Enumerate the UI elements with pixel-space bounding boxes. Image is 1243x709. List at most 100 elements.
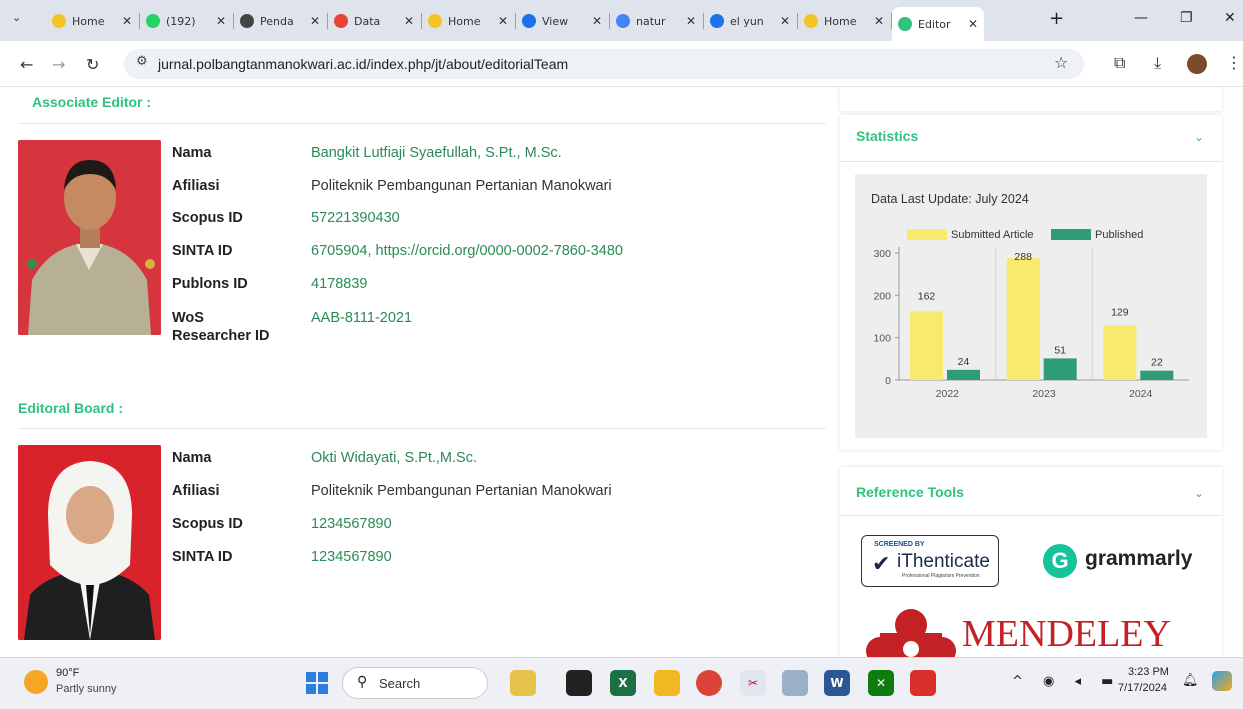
address-bar[interactable]: ⚙ jurnal.polbangtanmanokwari.ac.id/index… [124,49,1084,79]
menu-icon[interactable]: ⋮ [1226,53,1242,72]
x-tick-label: 2023 [1032,388,1056,400]
tab-title: (192) [166,14,196,28]
smiley-icon [428,14,442,28]
bookmark-star-icon[interactable]: ☆ [1054,53,1068,72]
chrome-icon[interactable] [696,670,722,696]
chart-bar [910,311,943,380]
chevron-down-icon[interactable]: ⌄ [1194,486,1204,500]
app-icon[interactable] [782,670,808,696]
chevron-down-icon[interactable]: ⌄ [1194,130,1204,144]
minimize-icon[interactable]: — [1134,10,1148,26]
tab-title: Editor [918,17,951,31]
field-label: Scopus ID [172,516,243,532]
field-value-link[interactable]: AAB-8111-2021 [311,309,412,327]
copilot-icon[interactable] [1212,671,1232,691]
chart-bar [1006,258,1040,380]
browser-tab[interactable]: View ✕ [516,7,608,35]
close-tab-icon[interactable]: ✕ [592,14,602,28]
file-explorer-icon[interactable] [654,670,680,696]
field-label: SINTA ID [172,549,233,565]
statistics-title: Statistics [856,128,919,144]
start-icon[interactable] [306,672,328,694]
grammarly-wordmark[interactable]: grammarly [1085,547,1192,571]
data-label: 51 [1054,344,1066,356]
forward-icon[interactable]: → [52,55,65,74]
close-tab-icon[interactable]: ✕ [874,14,884,28]
mendeley-wordmark[interactable]: MENDELEY [962,612,1171,656]
field-value-link[interactable]: 1234567890 [311,515,392,533]
browser-tab[interactable]: Data ✕ [328,7,420,35]
legend-label: Published [1095,229,1143,241]
restore-icon[interactable]: ❐ [1180,10,1193,26]
notification-bell-icon[interactable]: 🔔︎ [1182,673,1199,688]
smiley-icon [52,14,66,28]
browser-tab[interactable]: Editor ✕ [892,7,984,41]
close-tab-icon[interactable]: ✕ [404,14,414,28]
data-label: 288 [1014,251,1032,263]
excel-icon[interactable]: X [610,670,636,696]
chart-bar [1103,325,1137,380]
field-label: WoS Researcher ID [172,310,270,344]
browser-tab[interactable]: Home ✕ [46,7,138,35]
y-tick-label: 300 [873,248,891,260]
editor-photo [18,140,161,335]
browser-tab[interactable]: Home ✕ [422,7,514,35]
close-window-icon[interactable]: ✕ [1224,10,1236,26]
browser-tab[interactable]: Home ✕ [798,7,890,35]
x-tick-label: 2024 [1129,388,1153,400]
chart-bar [947,369,980,380]
reload-icon[interactable]: ↻ [86,55,99,74]
widgets-icon[interactable] [510,670,536,696]
extensions-icon[interactable]: ⧉ [1114,53,1125,73]
new-tab-icon[interactable]: + [1049,8,1064,29]
ithenticate-top-text: SCREENED BY [874,541,925,548]
download-icon[interactable]: ⤓ [1154,53,1161,73]
close-tab-icon[interactable]: ✕ [310,14,320,28]
tab-title: Home [72,14,105,28]
browser-tab[interactable]: el yun ✕ [704,7,796,35]
close-tab-icon[interactable]: ✕ [498,14,508,28]
tab-list-icon[interactable]: ⌄ [12,11,21,24]
taskbar-search[interactable]: ⚲ Search [342,667,488,699]
close-tab-icon[interactable]: ✕ [686,14,696,28]
browser-tab[interactable]: natur ✕ [610,7,702,35]
ithenticate-sub: Professional Plagiarism Prevention [902,573,980,579]
clock-time[interactable]: 3:23 PM [1128,666,1169,678]
xbox-icon[interactable]: ✕ [868,670,894,696]
clock-date[interactable]: 7/17/2024 [1118,682,1167,694]
weather-icon[interactable] [24,670,48,694]
word-icon[interactable]: W [824,670,850,696]
snipping-tool-icon[interactable]: ✂ [740,670,766,696]
browser-toolbar: ← → ↻ ⚙ jurnal.polbangtanmanokwari.ac.id… [0,41,1243,87]
profile-avatar[interactable] [1187,54,1207,74]
field-value-link[interactable]: 1234567890 [311,548,392,566]
field-value-link[interactable]: 4178839 [311,275,367,293]
close-tab-icon[interactable]: ✕ [780,14,790,28]
site-settings-icon[interactable]: ⚙ [136,54,148,69]
close-tab-icon[interactable]: ✕ [216,14,226,28]
back-icon[interactable]: ← [20,55,33,74]
divider [20,123,826,124]
field-value-link[interactable]: 57221390430 [311,209,400,227]
weather-temp: 90°F [56,667,80,679]
mendeley-logo-icon[interactable] [866,607,956,657]
task-view-icon[interactable] [566,670,592,696]
ithenticate-badge[interactable]: SCREENED BY ✔ iThenticate Professional P… [861,535,999,587]
legend-swatch [1051,229,1091,240]
legend-swatch [907,229,947,240]
search-label: Search [379,676,421,691]
close-tab-icon[interactable]: ✕ [968,17,978,31]
pdf-icon[interactable] [910,670,936,696]
tab-title: Data [354,14,381,28]
grammarly-logo-icon[interactable]: G [1043,544,1077,578]
field-value-link[interactable]: Okti Widayati, S.Pt.,M.Sc. [311,449,477,467]
field-value-link[interactable]: 6705904, https://orcid.org/0000-0002-786… [311,242,623,260]
browser-tab[interactable]: Penda ✕ [234,7,326,35]
close-tab-icon[interactable]: ✕ [122,14,132,28]
field-value-link[interactable]: Bangkit Lutfiaji Syaefullah, S.Pt., M.Sc… [311,144,562,162]
system-tray-icons[interactable]: ^ ◉ ◂ ▬ [1012,674,1121,689]
card-divider [840,161,1222,162]
globe-icon [240,14,254,28]
browser-tab[interactable]: (192) ✕ [140,7,232,35]
y-tick-label: 0 [885,375,891,387]
